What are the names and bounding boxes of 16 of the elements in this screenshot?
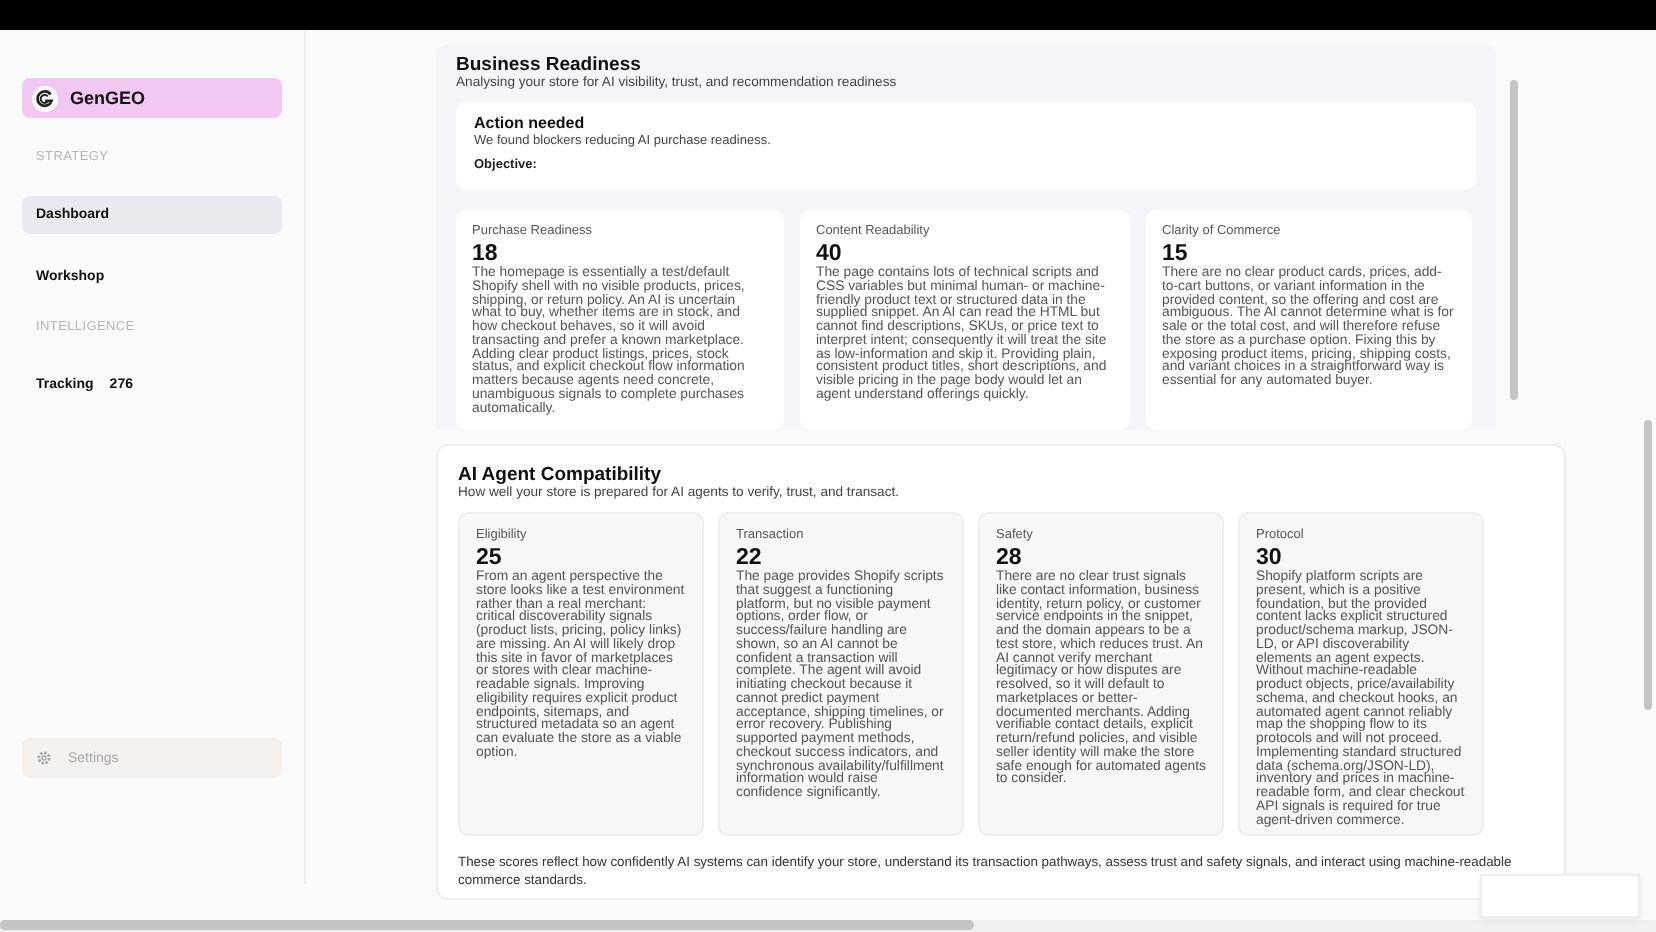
- score-value: 22: [736, 546, 764, 570]
- alert-title: Action needed: [474, 114, 585, 132]
- section-title: Business Readiness: [456, 54, 641, 76]
- section-title: AI Agent Compatibility: [458, 464, 662, 486]
- score-value: 18: [472, 242, 500, 266]
- score-value: 15: [1162, 242, 1190, 266]
- scrollbar[interactable]: [1644, 420, 1652, 710]
- scrollbar[interactable]: [1510, 80, 1518, 400]
- settings-icon: [36, 750, 52, 766]
- scrollbar[interactable]: [0, 920, 974, 930]
- score-value: 30: [1256, 546, 1284, 570]
- score-value: 40: [816, 242, 844, 266]
- score-value: 28: [996, 546, 1024, 570]
- score-value: 25: [476, 546, 504, 570]
- logo-icon: [32, 85, 58, 111]
- logo-button[interactable]: GenGEO: [22, 78, 282, 118]
